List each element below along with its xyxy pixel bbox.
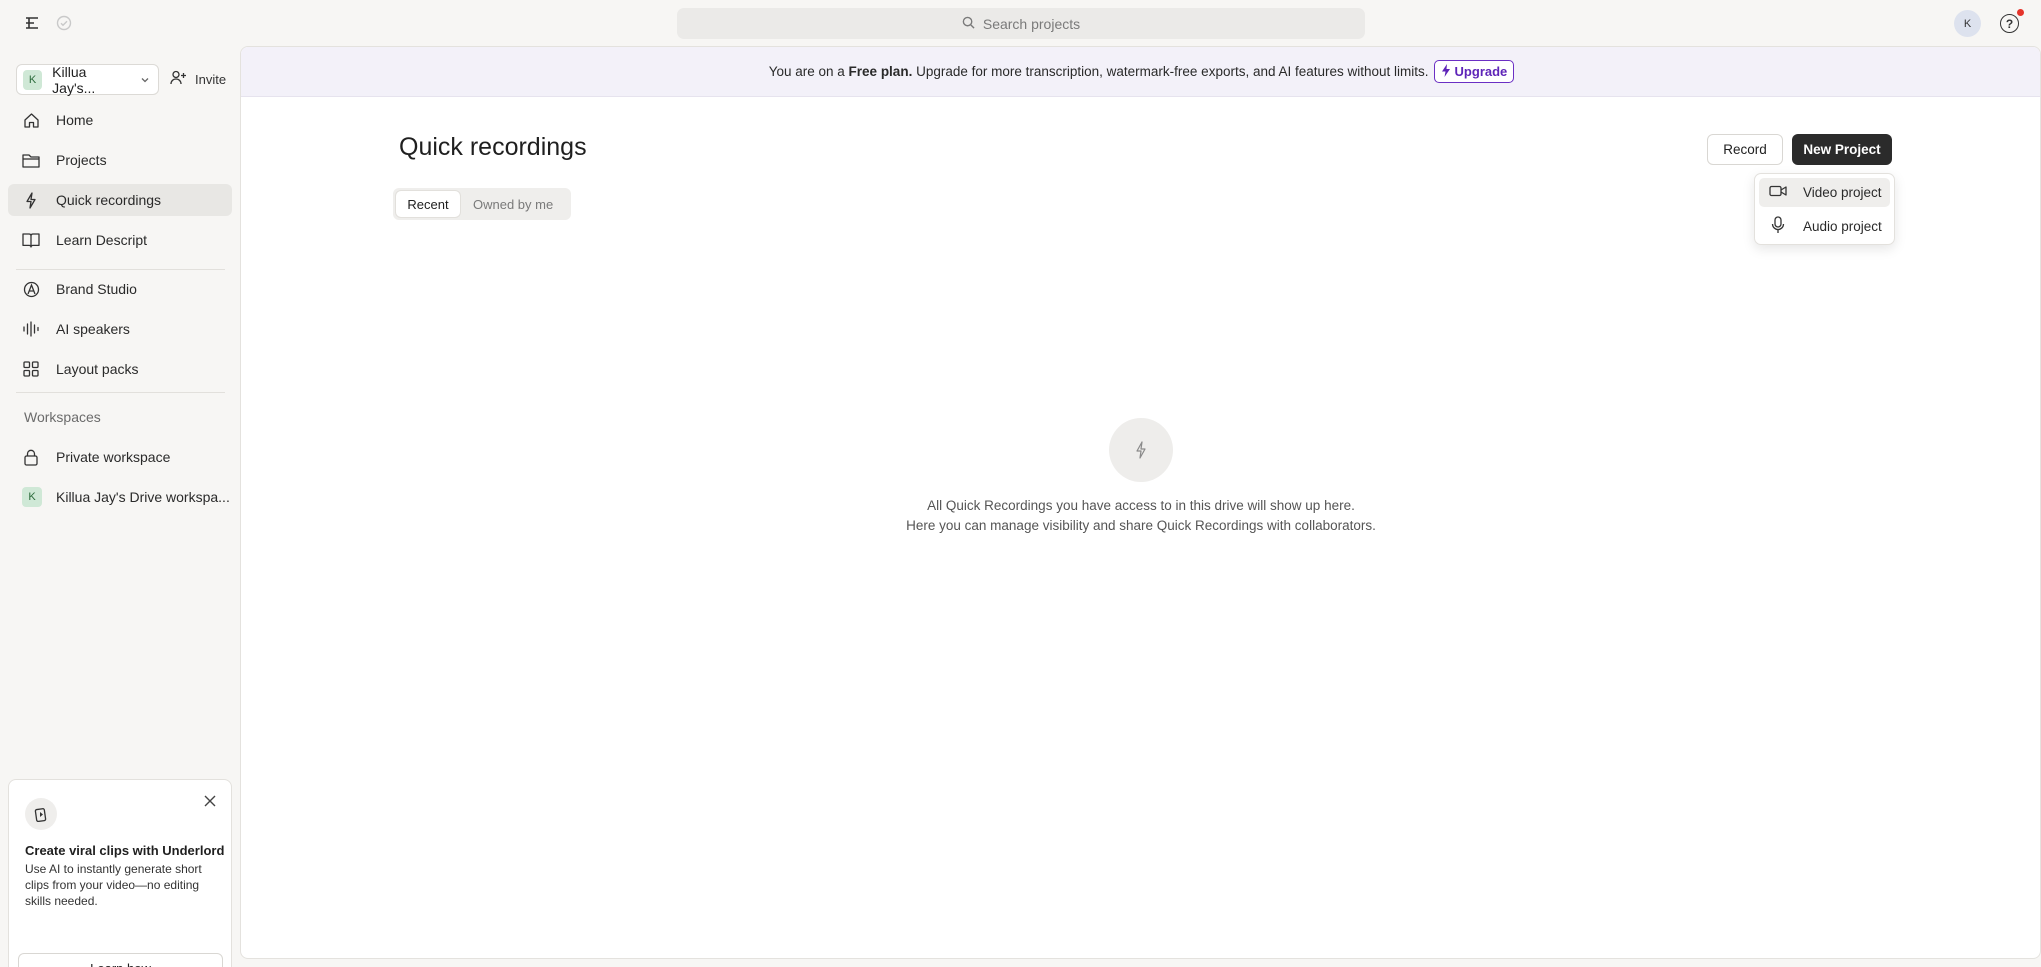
clip-icon bbox=[25, 798, 57, 830]
sync-status-icon bbox=[54, 13, 74, 33]
top-bar: Search projects K ? bbox=[0, 0, 2041, 46]
search-placeholder: Search projects bbox=[982, 15, 1081, 32]
new-project-button[interactable]: New Project bbox=[1792, 134, 1892, 165]
upgrade-button[interactable]: Upgrade bbox=[1433, 60, 1515, 83]
sidebar-item-quick-recordings[interactable]: Quick recordings bbox=[8, 184, 232, 216]
sidebar-item-brand-studio[interactable]: Brand Studio bbox=[8, 273, 232, 305]
sidebar-item-private-workspace[interactable]: Private workspace bbox=[8, 441, 232, 473]
learn-how-button[interactable]: Learn how bbox=[18, 953, 223, 967]
add-user-icon bbox=[170, 70, 187, 88]
promo-body: Use AI to instantly generate short clips… bbox=[25, 862, 202, 908]
empty-state-message: All Quick Recordings you have access to … bbox=[741, 496, 1541, 536]
sidebar-item-projects[interactable]: Projects bbox=[8, 144, 232, 176]
sidebar-item-label: Killua Jay's Drive workspa... bbox=[56, 489, 230, 505]
chevron-down-icon bbox=[140, 72, 150, 88]
sidebar-toggle-icon[interactable] bbox=[22, 13, 42, 33]
search-icon bbox=[962, 16, 975, 32]
sidebar-item-label: Quick recordings bbox=[56, 192, 162, 208]
sidebar-item-label: Private workspace bbox=[56, 449, 171, 465]
workspace-avatar: K bbox=[23, 69, 43, 90]
workspace-name: Killua Jay's... bbox=[52, 63, 96, 96]
help-icon[interactable]: ? bbox=[2000, 14, 2019, 33]
sidebar-item-layout-packs[interactable]: Layout packs bbox=[8, 353, 232, 385]
sidebar-item-label: Projects bbox=[56, 152, 107, 168]
search-input[interactable]: Search projects bbox=[677, 8, 1365, 39]
sidebar: K Killua Jay's... Invite Home Projects Q… bbox=[0, 46, 240, 967]
lock-icon bbox=[22, 448, 40, 466]
sidebar-item-label: Brand Studio bbox=[56, 281, 137, 297]
main-panel: You are on a Free plan. Upgrade for more… bbox=[240, 46, 2041, 959]
sidebar-divider bbox=[16, 392, 225, 393]
invite-button[interactable]: Invite bbox=[170, 70, 226, 88]
sidebar-item-label: AI speakers bbox=[56, 321, 130, 337]
microphone-icon bbox=[1771, 216, 1785, 237]
sidebar-item-drive-workspace[interactable]: K Killua Jay's Drive workspa... bbox=[8, 481, 232, 513]
tab-recent[interactable]: Recent bbox=[396, 191, 460, 217]
brand-icon bbox=[22, 280, 40, 298]
sidebar-item-label: Learn Descript bbox=[56, 232, 148, 248]
menu-item-label: Video project bbox=[1803, 185, 1882, 200]
workspace-avatar: K bbox=[22, 487, 42, 507]
menu-item-label: Audio project bbox=[1803, 219, 1882, 234]
notification-dot bbox=[2017, 9, 2024, 16]
workspace-selector[interactable]: K Killua Jay's... bbox=[16, 63, 159, 96]
banner-suffix: Upgrade for more transcription, watermar… bbox=[912, 64, 1429, 79]
user-avatar[interactable]: K bbox=[1954, 10, 1981, 37]
close-icon[interactable] bbox=[203, 794, 219, 810]
bolt-icon bbox=[1441, 63, 1451, 80]
waveform-icon bbox=[22, 320, 40, 338]
sidebar-item-ai-speakers[interactable]: AI speakers bbox=[8, 313, 232, 345]
book-icon bbox=[22, 231, 40, 249]
sidebar-item-label: Home bbox=[56, 112, 94, 128]
record-button[interactable]: Record bbox=[1707, 134, 1783, 165]
empty-state-bolt-icon bbox=[1109, 418, 1173, 482]
tab-bar: Recent Owned by me bbox=[393, 188, 571, 220]
banner-plan: Free plan. bbox=[848, 64, 913, 79]
sidebar-item-home[interactable]: Home bbox=[8, 104, 232, 136]
bolt-icon bbox=[22, 191, 40, 209]
video-camera-icon bbox=[1769, 185, 1787, 200]
empty-line-2: Here you can manage visibility and share… bbox=[906, 518, 1376, 533]
sidebar-item-label: Layout packs bbox=[56, 361, 139, 377]
grid-icon bbox=[22, 360, 40, 378]
sidebar-divider bbox=[16, 269, 225, 270]
upgrade-label: Upgrade bbox=[1454, 64, 1508, 79]
promo-title: Create viral clips with Underlord bbox=[25, 843, 225, 858]
workspaces-heading: Workspaces bbox=[24, 409, 101, 425]
upgrade-banner: You are on a Free plan. Upgrade for more… bbox=[241, 47, 2040, 97]
invite-label: Invite bbox=[195, 71, 227, 87]
sidebar-item-learn-descript[interactable]: Learn Descript bbox=[8, 224, 232, 256]
new-project-menu: Video project Audio project bbox=[1754, 173, 1895, 245]
empty-line-1: All Quick Recordings you have access to … bbox=[927, 498, 1355, 513]
menu-item-audio-project[interactable]: Audio project bbox=[1759, 212, 1890, 241]
tab-owned-by-me[interactable]: Owned by me bbox=[463, 191, 563, 217]
folder-icon bbox=[22, 151, 40, 169]
banner-prefix: You are on a bbox=[768, 64, 849, 79]
page-title: Quick recordings bbox=[399, 133, 587, 161]
promo-card: Create viral clips with Underlord Use AI… bbox=[8, 779, 232, 967]
menu-item-video-project[interactable]: Video project bbox=[1759, 178, 1890, 207]
home-icon bbox=[22, 111, 40, 129]
